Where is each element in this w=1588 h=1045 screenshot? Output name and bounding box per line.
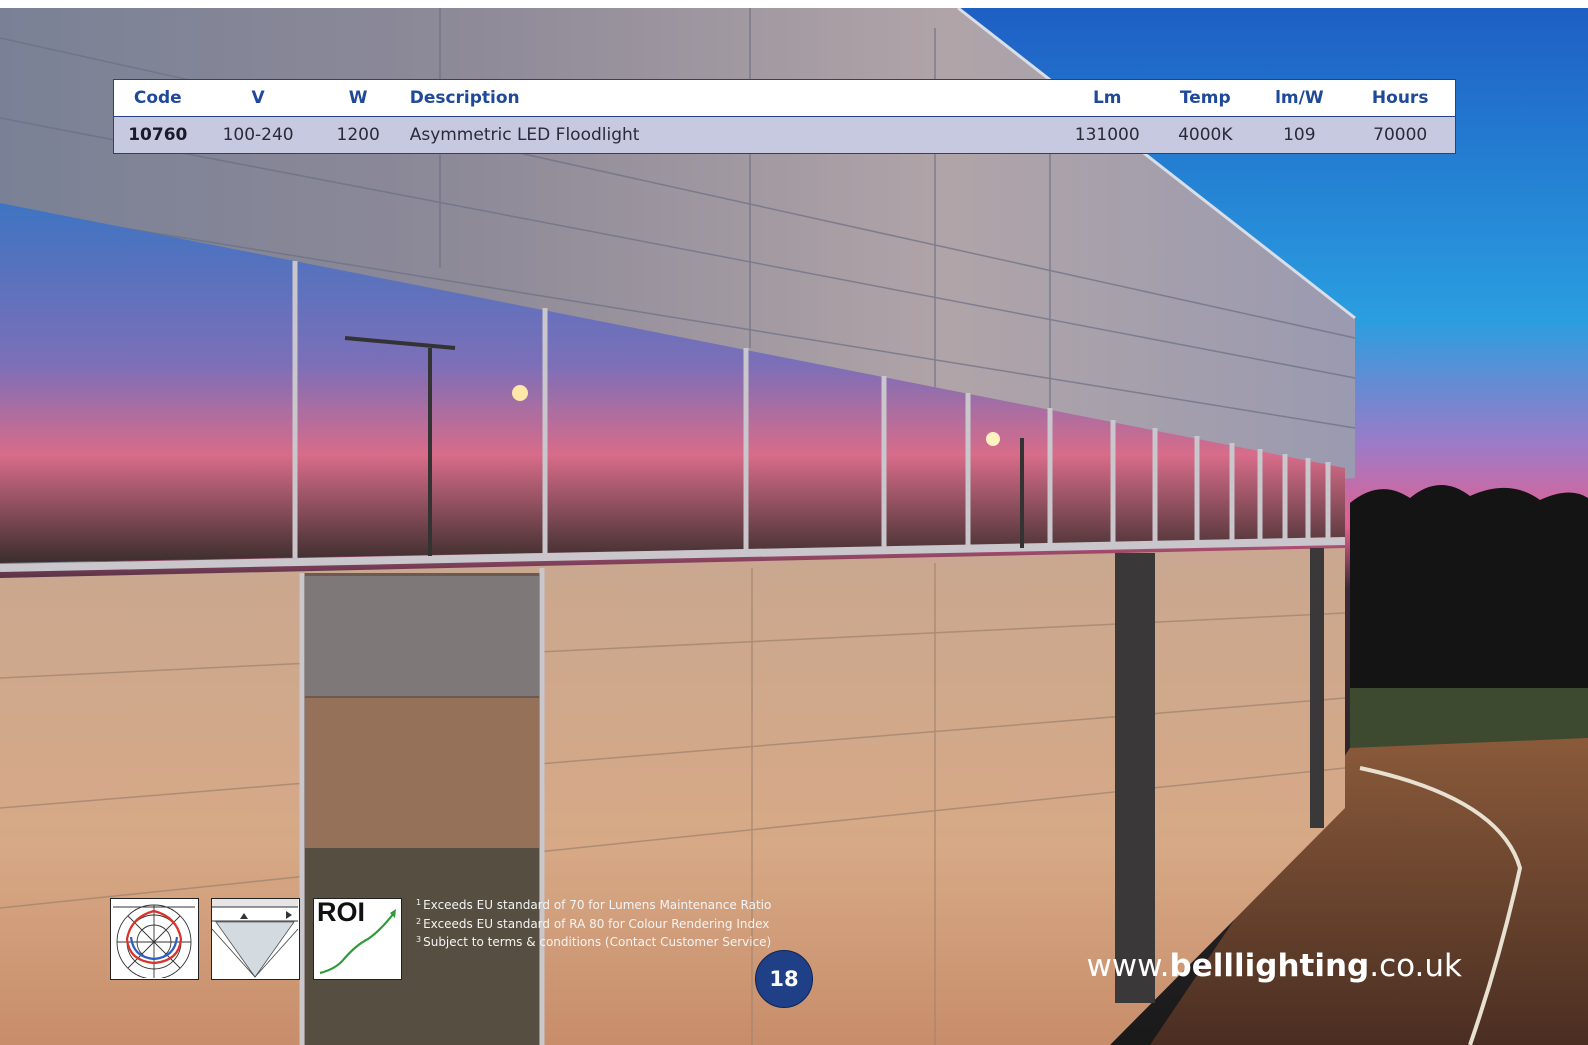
- cell-hours: 70000: [1345, 116, 1456, 154]
- header-hours: Hours: [1345, 79, 1456, 117]
- header-temp: Temp: [1157, 79, 1254, 117]
- cell-code: 10760: [113, 116, 202, 154]
- header-efficacy: lm/W: [1253, 79, 1346, 117]
- table-header-row: Code V W Description Lm Temp lm/W Hours: [113, 79, 1456, 117]
- beam-angle-icon: [211, 898, 300, 980]
- building-photo: [0, 8, 1588, 1045]
- catalogue-page: Code V W Description Lm Temp lm/W Hours …: [0, 0, 1588, 1045]
- polar-distribution-icon: [110, 898, 199, 980]
- cell-watts: 1200: [314, 116, 402, 154]
- cell-efficacy: 109: [1253, 116, 1346, 154]
- header-code: Code: [113, 79, 202, 117]
- header-watts: W: [314, 79, 402, 117]
- spec-table: Code V W Description Lm Temp lm/W Hours …: [113, 79, 1456, 154]
- header-description: Description: [401, 79, 1058, 117]
- footnote-2: 2 Exceeds EU standard of RA 80 for Colour…: [416, 916, 770, 931]
- page-number: 18: [755, 950, 813, 1008]
- cell-temp: 4000K: [1157, 116, 1254, 154]
- footnote-3: 3 Subject to terms & conditions (Contact …: [416, 935, 772, 949]
- footnote-1: 1 Exceeds EU standard of 70 for Lumens Ma…: [416, 898, 772, 912]
- roi-icon: ROI: [313, 897, 402, 980]
- header-lumens: Lm: [1057, 79, 1158, 117]
- cell-lumens: 131000: [1057, 116, 1158, 154]
- table-row: 10760 100-240 1200 Asymmetric LED Floodl…: [113, 116, 1456, 154]
- cell-voltage: 100-240: [201, 116, 315, 154]
- header-voltage: V: [201, 79, 315, 117]
- footnotes: 1 Exceeds EU standard of 70 for Lumens Ma…: [416, 895, 771, 951]
- website-link[interactable]: www.belllighting.co.uk: [1086, 948, 1462, 984]
- cell-description: Asymmetric LED Floodlight: [401, 116, 1058, 154]
